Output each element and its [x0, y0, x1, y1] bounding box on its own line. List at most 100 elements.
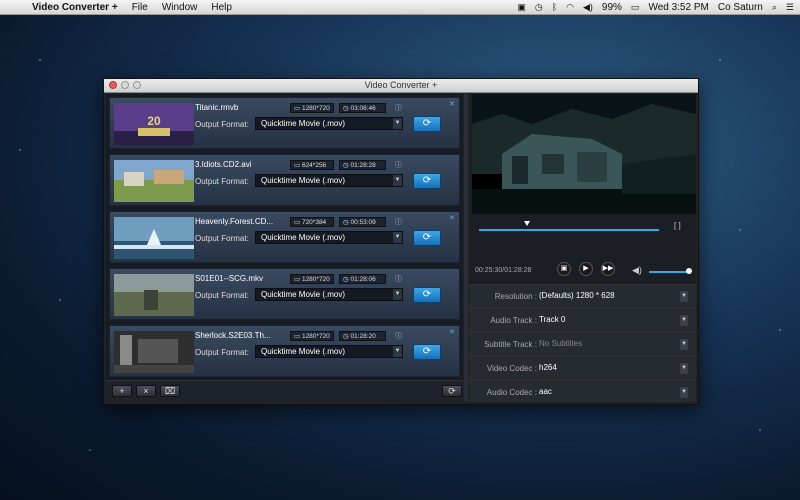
audio-track-select[interactable]: Track 0	[539, 315, 565, 324]
file-list-toolbar: + × ⌧ ⟳	[106, 380, 463, 402]
menu-app-name[interactable]: Video Converter +	[32, 2, 118, 13]
remove-item-icon[interactable]: ✕	[449, 328, 455, 336]
convert-button[interactable]: ⟳	[413, 344, 441, 360]
menu-window[interactable]: Window	[162, 2, 198, 13]
volume-icon[interactable]: ◀)	[632, 265, 642, 276]
convert-icon: ⟳	[422, 289, 432, 300]
volume-icon[interactable]: ◀)	[583, 2, 593, 13]
duration-field: ◷ 01:28:20	[339, 331, 386, 341]
resolution-select[interactable]: (Defaults) 1280 * 628	[539, 291, 615, 300]
snapshot-icon: ▣	[560, 265, 568, 272]
menu-user[interactable]: Co Saturn	[718, 2, 763, 13]
output-format-select[interactable]: Quicktime Movie (.mov) ▼	[255, 288, 403, 301]
forward-button[interactable]: ▶▶	[601, 262, 615, 276]
duration-field: ◷ 01:28:06	[339, 274, 386, 284]
info-icon[interactable]: ⓘ	[395, 217, 402, 227]
chevron-down-icon[interactable]: ▼	[680, 291, 688, 302]
play-button[interactable]: ▶	[579, 262, 593, 276]
wifi-icon[interactable]: ◠	[566, 2, 574, 13]
info-icon[interactable]: ⓘ	[395, 331, 402, 341]
app-window: Video Converter + 20 Titanic.rmvb ▭ 1280…	[103, 78, 699, 405]
file-item[interactable]: S01E01--SCG.mkv ▭ 1280*720 ◷ 01:28:06 ⓘ …	[109, 268, 460, 320]
chevron-down-icon: ▼	[393, 289, 402, 300]
play-icon: ▶	[583, 265, 589, 272]
convert-all-button[interactable]: ⟳	[442, 385, 462, 397]
remove-file-button[interactable]: ×	[136, 385, 156, 397]
param-row-audio-track: Audio Track : Track 0 ▼	[469, 308, 696, 333]
output-format-select[interactable]: Quicktime Movie (.mov) ▼	[255, 345, 403, 358]
convert-icon: ⟳	[422, 346, 432, 357]
remove-item-icon[interactable]: ✕	[449, 214, 455, 222]
menu-bar: Video Converter + File Window Help ▣ ◷ ᛒ…	[0, 0, 800, 15]
pane-splitter[interactable]	[464, 94, 468, 401]
notification-center-icon[interactable]: ☰	[786, 2, 794, 13]
output-format-select[interactable]: Quicktime Movie (.mov) ▼	[255, 174, 403, 187]
info-icon[interactable]: ⓘ	[395, 103, 402, 113]
title-bar[interactable]: Video Converter +	[104, 79, 698, 93]
close-icon: ×	[143, 386, 149, 396]
file-item[interactable]: 20 Titanic.rmvb ▭ 1280*720 ◷ 03:06:46 ⓘ …	[109, 97, 460, 149]
convert-button[interactable]: ⟳	[413, 287, 441, 303]
convert-button[interactable]: ⟳	[413, 230, 441, 246]
seek-bar[interactable]	[479, 229, 659, 231]
fullscreen-icon[interactable]: [ ]	[674, 221, 681, 230]
resolution-field: ▭ 720*384	[290, 217, 334, 227]
battery-icon[interactable]: ▭	[631, 2, 640, 13]
zoom-window-button[interactable]	[133, 81, 141, 89]
chevron-down-icon: ▼	[393, 232, 402, 243]
snapshot-button[interactable]: ▣	[557, 262, 571, 276]
chevron-down-icon[interactable]: ▼	[680, 315, 688, 326]
file-item[interactable]: Heavenly.Forest.CD... ▭ 720*384 ◷ 00:53:…	[109, 211, 460, 263]
bluetooth-icon[interactable]: ᛒ	[552, 2, 557, 12]
audio-codec-select[interactable]: aac	[539, 387, 552, 396]
output-format-select[interactable]: Quicktime Movie (.mov) ▼	[255, 117, 403, 130]
resolution-field: ▭ 1280*720	[290, 103, 334, 113]
video-thumbnail	[114, 331, 194, 373]
seek-knob[interactable]	[524, 221, 530, 226]
param-row-subtitle-track: Subtitle Track : No Subtitles ▼	[469, 332, 696, 357]
video-codec-select[interactable]: h264	[539, 363, 557, 372]
app-status-icon[interactable]: ▣	[517, 2, 526, 13]
param-label: Audio Track :	[490, 316, 537, 325]
timecode: 00:25:30/01:28:28	[475, 267, 532, 274]
spotlight-icon[interactable]: ⌕	[772, 2, 777, 13]
volume-slider[interactable]	[649, 271, 689, 273]
file-item[interactable]: Sherlock.S2E03.Th... ▭ 1280*720 ◷ 01:28:…	[109, 325, 460, 377]
chevron-down-icon[interactable]: ▼	[680, 363, 688, 374]
convert-button[interactable]: ⟳	[413, 173, 441, 189]
video-preview	[472, 94, 696, 214]
output-format-label: Output Format:	[195, 291, 249, 300]
chevron-down-icon: ▼	[680, 339, 688, 350]
add-file-button[interactable]: +	[112, 385, 132, 397]
battery-percent[interactable]: 99%	[602, 2, 622, 13]
output-format-select[interactable]: Quicktime Movie (.mov) ▼	[255, 231, 403, 244]
file-list: 20 Titanic.rmvb ▭ 1280*720 ◷ 03:06:46 ⓘ …	[106, 94, 463, 380]
resolution-field: ▭ 1280*720	[290, 274, 334, 284]
menu-clock[interactable]: Wed 3:52 PM	[648, 2, 708, 13]
file-name: S01E01--SCG.mkv	[195, 274, 264, 283]
convert-icon: ⟳	[422, 175, 432, 186]
clear-list-button[interactable]: ⌧	[160, 385, 180, 397]
convert-button[interactable]: ⟳	[413, 116, 441, 132]
duration-field: ◷ 00:53:09	[339, 217, 386, 227]
close-window-button[interactable]	[109, 81, 117, 89]
video-thumbnail	[114, 217, 194, 259]
file-name: 3.Idiots.CD2.avi	[195, 160, 252, 169]
chevron-down-icon[interactable]: ▼	[680, 387, 688, 398]
video-thumbnail	[114, 274, 194, 316]
info-icon[interactable]: ⓘ	[395, 160, 402, 170]
window-title: Video Converter +	[364, 80, 438, 90]
subtitle-track-select: No Subtitles	[539, 339, 583, 348]
file-item[interactable]: 3.Idiots.CD2.avi ▭ 624*256 ◷ 01:28:28 ⓘ …	[109, 154, 460, 206]
volume-knob[interactable]	[686, 268, 692, 274]
resolution-field: ▭ 1280*720	[290, 331, 334, 341]
time-machine-icon[interactable]: ◷	[535, 2, 543, 13]
info-icon[interactable]: ⓘ	[395, 274, 402, 284]
menu-file[interactable]: File	[132, 2, 148, 13]
trash-icon: ⌧	[164, 386, 176, 396]
plus-icon: +	[119, 386, 125, 396]
minimize-window-button[interactable]	[121, 81, 129, 89]
remove-item-icon[interactable]: ✕	[449, 100, 455, 108]
menu-help[interactable]: Help	[211, 2, 232, 13]
output-format-label: Output Format:	[195, 120, 249, 129]
